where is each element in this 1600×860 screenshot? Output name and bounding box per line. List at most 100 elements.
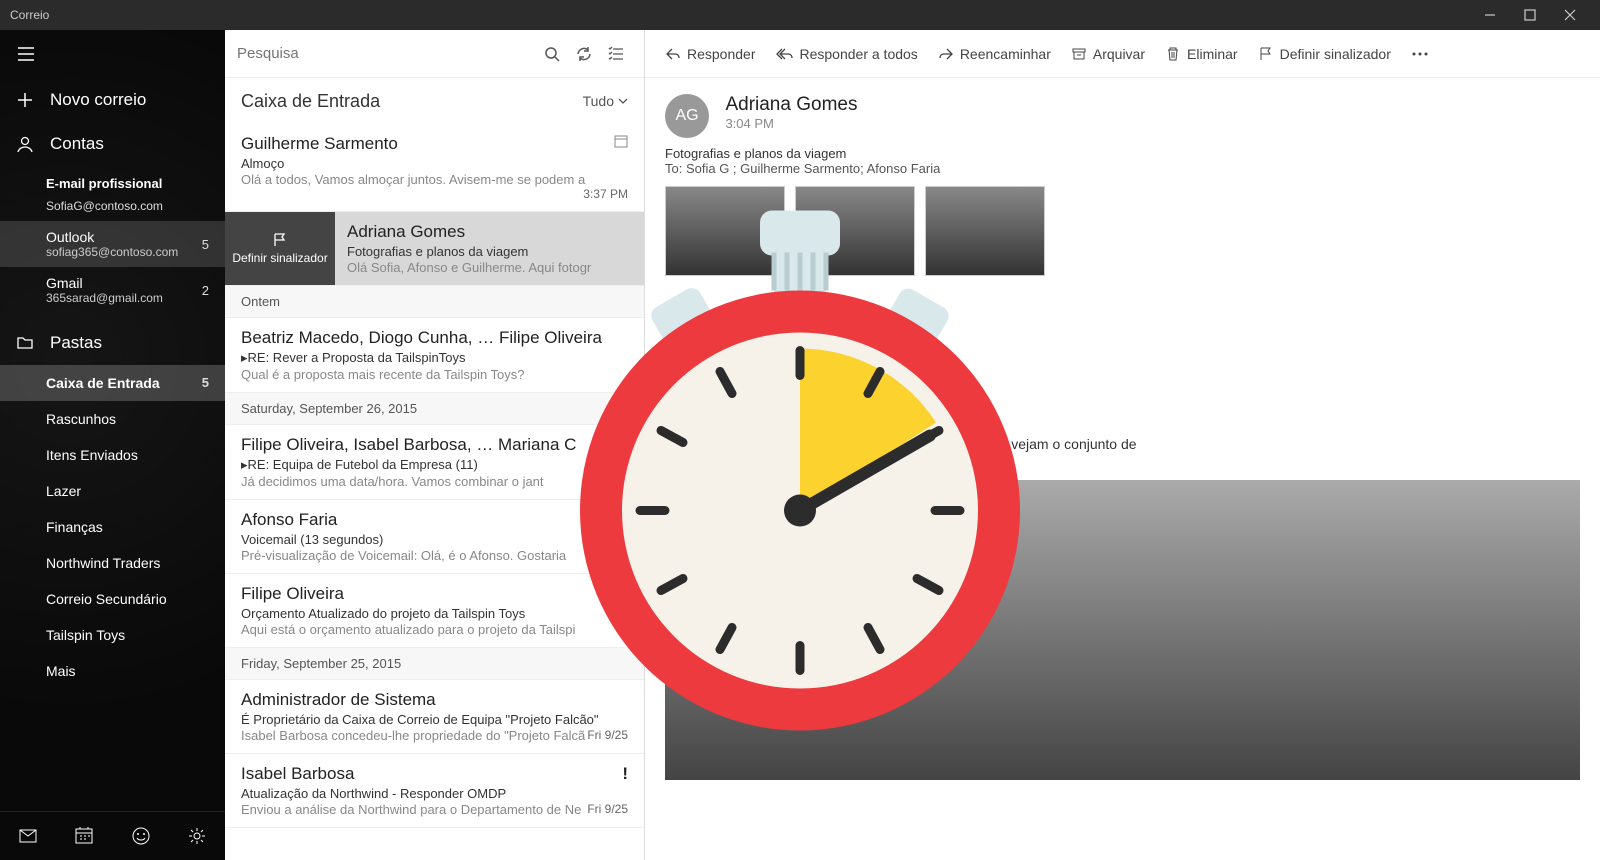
calendar-view-button[interactable] <box>56 812 112 860</box>
search-icon <box>543 45 561 63</box>
reply-button[interactable]: Responder <box>665 46 756 62</box>
sidebar: Novo correio Contas E-mail profissional … <box>0 30 225 860</box>
group-header: Friday, September 25, 2015 <box>225 648 644 680</box>
sender-name: Adriana Gomes <box>725 94 857 116</box>
folder-financas[interactable]: Finanças <box>0 509 225 545</box>
refresh-icon <box>575 45 593 63</box>
delete-button[interactable]: Eliminar <box>1165 46 1238 62</box>
calendar-indicator-icon <box>614 134 628 153</box>
account-badge: 2 <box>202 283 209 298</box>
flag-button[interactable]: Definir sinalizador <box>1258 46 1391 62</box>
checklist-icon <box>607 45 625 63</box>
reply-all-button[interactable]: Responder a todos <box>776 46 918 62</box>
message-header: AG Adriana Gomes 3:04 PM <box>645 78 1600 146</box>
attachment-thumbnails <box>645 186 1600 292</box>
mail-view-button[interactable] <box>0 812 56 860</box>
reading-pane: Responder Responder a todos Reencaminhar… <box>645 30 1600 860</box>
message-list[interactable]: Guilherme Sarmento Almoço Olá a todos, V… <box>225 124 644 860</box>
message-recipients: Sofia G ; Guilherme Sarmento; Afonso Far… <box>686 161 940 176</box>
group-header: Ontem <box>225 286 644 318</box>
accounts-label: Contas <box>50 134 104 154</box>
mail-icon <box>18 826 38 846</box>
search-input[interactable] <box>237 45 536 62</box>
primary-account-name: E-mail profissional <box>0 166 225 195</box>
sync-button[interactable] <box>568 45 600 63</box>
message-item-selected[interactable]: Definir sinalizador Adriana Gomes Fotogr… <box>225 212 644 286</box>
more-actions-button[interactable] <box>1411 46 1429 62</box>
inbox-title: Caixa de Entrada <box>241 91 380 112</box>
message-list-pane: Caixa de Entrada Tudo Guilherme Sarmento… <box>225 30 645 860</box>
message-item[interactable]: Isabel Barbosa! Atualização da Northwind… <box>225 754 644 828</box>
window-title: Correio <box>10 8 1470 22</box>
account-gmail[interactable]: Gmail 365sarad@gmail.com 2 <box>0 267 225 313</box>
account-badge: 5 <box>202 237 209 252</box>
primary-account-email: SofiaG@contoso.com <box>0 195 225 221</box>
select-mode-button[interactable] <box>600 45 632 63</box>
message-item[interactable]: Filipe Oliveira Orçamento Atualizado do … <box>225 574 644 648</box>
to-label: To: <box>665 161 682 176</box>
message-item[interactable]: Filipe Oliveira, Isabel Barbosa, … Maria… <box>225 425 644 500</box>
inbox-header: Caixa de Entrada Tudo <box>225 78 644 124</box>
accounts-button[interactable]: Contas <box>0 122 225 166</box>
archive-button[interactable]: Arquivar <box>1071 46 1145 62</box>
message-meta: Fotografias e planos da viagem To: Sofia… <box>645 146 1600 186</box>
account-email: sofiag365@contoso.com <box>46 245 178 259</box>
message-item[interactable]: Guilherme Sarmento Almoço Olá a todos, V… <box>225 124 644 212</box>
smiley-icon <box>131 826 151 846</box>
reply-all-icon <box>776 46 794 62</box>
folder-northwind[interactable]: Northwind Traders <box>0 545 225 581</box>
message-item[interactable]: Afonso Faria Voicemail (13 segundos) Pré… <box>225 500 644 574</box>
message-body: agem a Seattle. Ficaram excelentes! s fé… <box>645 292 1600 460</box>
plus-icon <box>16 91 34 109</box>
message-item[interactable]: Administrador de Sistema É Proprietário … <box>225 680 644 754</box>
window-minimize-button[interactable] <box>1470 0 1510 30</box>
window-close-button[interactable] <box>1550 0 1590 30</box>
settings-button[interactable] <box>169 812 225 860</box>
window-maximize-button[interactable] <box>1510 0 1550 30</box>
folders-button[interactable]: Pastas <box>0 321 225 365</box>
folder-icon <box>16 334 34 352</box>
attachment-thumb[interactable] <box>795 186 915 276</box>
important-icon: ! <box>622 764 628 784</box>
new-mail-button[interactable]: Novo correio <box>0 78 225 122</box>
forward-button[interactable]: Reencaminhar <box>938 46 1051 62</box>
hamburger-button[interactable] <box>0 30 225 78</box>
feedback-button[interactable] <box>113 812 169 860</box>
filter-dropdown[interactable]: Tudo <box>583 93 628 109</box>
folders-label: Pastas <box>50 333 102 353</box>
attachment-thumb[interactable] <box>925 186 1045 276</box>
flag-icon <box>1258 46 1274 62</box>
flag-icon <box>272 232 288 248</box>
folder-inbox[interactable]: Caixa de Entrada5 <box>0 365 225 401</box>
folder-lazer[interactable]: Lazer <box>0 473 225 509</box>
message-subject: Fotografias e planos da viagem <box>665 146 1580 161</box>
chevron-down-icon <box>618 96 628 106</box>
gear-icon <box>187 826 207 846</box>
window-titlebar: Correio <box>0 0 1600 30</box>
search-row <box>225 30 644 78</box>
avatar: AG <box>665 94 709 138</box>
folder-sent[interactable]: Itens Enviados <box>0 437 225 473</box>
folder-drafts[interactable]: Rascunhos <box>0 401 225 437</box>
folder-more[interactable]: Mais <box>0 653 225 689</box>
reply-icon <box>665 46 681 62</box>
flag-action[interactable]: Definir sinalizador <box>225 212 335 285</box>
person-icon <box>16 135 34 153</box>
hamburger-icon <box>16 44 36 64</box>
account-outlook[interactable]: Outlook sofiag365@contoso.com 5 <box>0 221 225 267</box>
message-toolbar: Responder Responder a todos Reencaminhar… <box>645 30 1600 78</box>
folder-tailspin[interactable]: Tailspin Toys <box>0 617 225 653</box>
ellipsis-icon <box>1411 46 1429 62</box>
search-button[interactable] <box>536 45 568 63</box>
calendar-icon <box>74 826 94 846</box>
message-item[interactable]: Beatriz Macedo, Diogo Cunha, … Filipe Ol… <box>225 318 644 393</box>
trash-icon <box>1165 46 1181 62</box>
forward-icon <box>938 46 954 62</box>
inline-image <box>665 480 1580 780</box>
message-timestamp: 3:04 PM <box>725 116 857 131</box>
account-email: 365sarad@gmail.com <box>46 291 163 305</box>
attachment-thumb[interactable] <box>665 186 785 276</box>
new-mail-label: Novo correio <box>50 90 146 110</box>
archive-icon <box>1071 46 1087 62</box>
folder-secundario[interactable]: Correio Secundário <box>0 581 225 617</box>
